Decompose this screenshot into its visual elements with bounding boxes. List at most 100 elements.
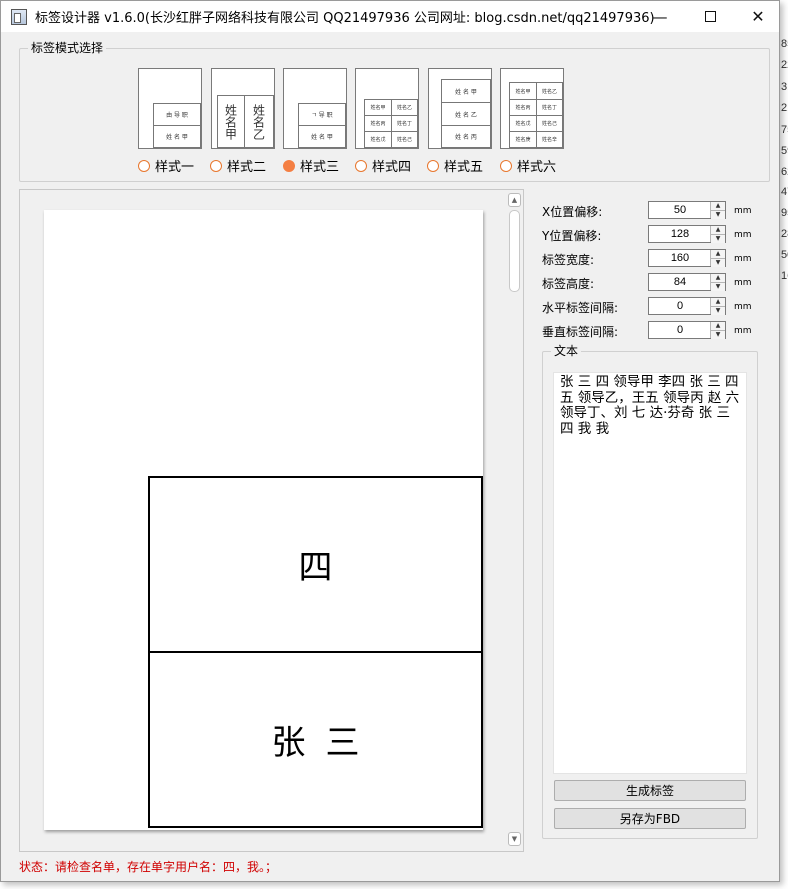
style-one-thumbnail[interactable]: 由 导 职 姓 名 甲 (138, 68, 202, 149)
scroll-thumb[interactable] (509, 210, 520, 292)
bg-number: 21 (781, 102, 788, 114)
spin-up-icon[interactable]: ▲ (711, 202, 725, 211)
label-width-input[interactable] (649, 250, 711, 266)
thumb-cell: 姓名戊 (364, 131, 392, 148)
radio-label: 样式二 (227, 160, 267, 175)
radio-style-three[interactable]: 样式三 (283, 156, 339, 175)
thumb-cell: 姓名戊 (509, 115, 537, 132)
bg-number: 28 (781, 228, 788, 240)
paper-page: 四 张三 (44, 210, 483, 830)
status-message: 状态：请检查名单，存在单字用户名：四，我。； (19, 860, 278, 874)
spin-down-icon[interactable]: ▼ (711, 331, 725, 339)
spin-down-icon[interactable]: ▼ (711, 211, 725, 219)
label-box-top: 四 (148, 476, 483, 653)
scroll-up-arrow-icon[interactable]: ▲ (508, 193, 521, 207)
radio-style-four[interactable]: 样式四 (355, 156, 411, 175)
y-offset-label: Y位置偏移: (542, 229, 602, 243)
spin-up-icon[interactable]: ▲ (711, 226, 725, 235)
style-six-thumbnail[interactable]: 姓名甲 姓名乙 姓名丙 姓名丁 姓名戊 姓名己 姓名庚 姓名辛 (500, 68, 564, 149)
bg-number: 85 (781, 38, 788, 50)
unit-label: mm (734, 278, 752, 288)
thumb-cell: 姓名甲 (364, 99, 392, 116)
y-offset-input[interactable] (649, 226, 711, 242)
thumb-cell: 姓名庚 (509, 131, 537, 148)
spin-down-icon[interactable]: ▼ (711, 283, 725, 291)
label-preview-area[interactable]: 四 张三 ▲ ▼ (19, 189, 524, 852)
label-designer-window: 标签设计器 v1.6.0(长沙红胖子网络科技有限公司 QQ21497936 公司… (0, 0, 780, 882)
radio-indicator (500, 159, 512, 172)
bg-number: 47 (781, 186, 788, 198)
minimize-button[interactable]: — (637, 1, 683, 32)
x-offset-spinbox[interactable]: ▲▼ (648, 201, 726, 219)
label-height-label: 标签高度: (542, 277, 595, 291)
names-text-area[interactable]: 张 三 四 领导甲 李四 张 三 四 五 领导乙，王五 领导丙 赵 六 领导丁、… (553, 372, 747, 774)
label-box-bottom: 张三 (148, 651, 483, 828)
vertical-gap-label: 垂直标签间隔: (542, 325, 619, 339)
horizontal-gap-input[interactable] (649, 298, 711, 314)
horizontal-gap-spinbox[interactable]: ▲▼ (648, 297, 726, 315)
thumb-cell: 姓 名 甲 (441, 79, 491, 103)
spin-up-icon[interactable]: ▲ (711, 250, 725, 259)
unit-label: mm (734, 302, 752, 312)
spin-up-icon[interactable]: ▲ (711, 274, 725, 283)
maximize-icon (704, 11, 716, 22)
unit-label: mm (734, 254, 752, 264)
spin-up-icon[interactable]: ▲ (711, 322, 725, 331)
spin-down-icon[interactable]: ▼ (711, 259, 725, 267)
radio-style-five[interactable]: 样式五 (427, 156, 483, 175)
radio-indicator (138, 159, 150, 172)
thumb-cell: 姓名甲 (509, 82, 537, 100)
thumb-cell: 姓名甲 (217, 95, 245, 148)
vertical-gap-input[interactable] (649, 322, 711, 338)
text-group-title: 文本 (551, 344, 582, 359)
thumb-cell: 姓 名 甲 (298, 125, 346, 148)
x-offset-input[interactable] (649, 202, 711, 218)
close-button[interactable]: ✕ (735, 1, 781, 32)
radio-style-two[interactable]: 样式二 (210, 156, 266, 175)
scroll-down-arrow-icon[interactable]: ▼ (508, 832, 521, 846)
radio-indicator (210, 159, 222, 172)
radio-style-one[interactable]: 样式一 (138, 156, 194, 175)
thumb-cell: 姓 名 甲 (153, 125, 201, 148)
bg-number: 16 (781, 270, 788, 282)
bg-number: 62 (781, 166, 788, 178)
thumb-cell: 姓名丁 (536, 99, 563, 116)
radio-label: 样式五 (444, 160, 484, 175)
bg-number: 75 (781, 124, 788, 136)
title-bar[interactable]: 标签设计器 v1.6.0(长沙红胖子网络科技有限公司 QQ21497936 公司… (1, 1, 779, 32)
thumb-cell: 姓名丁 (391, 115, 418, 132)
thumb-cell: 由 导 职 (153, 103, 201, 126)
bg-number: 59 (781, 145, 788, 157)
label-height-input[interactable] (649, 274, 711, 290)
bg-number: 50 (781, 249, 788, 261)
thumb-cell: 姓 名 丙 (441, 125, 491, 148)
thumb-cell: 姓名乙 (391, 99, 418, 116)
spin-down-icon[interactable]: ▼ (711, 307, 725, 315)
style-two-thumbnail[interactable]: 姓名甲 姓名乙 (211, 68, 275, 149)
thumb-cell: 姓名丙 (509, 99, 537, 116)
preview-scrollbar[interactable]: ▲ ▼ (506, 190, 523, 851)
style-three-thumbnail[interactable]: ㄱ 导 职 姓 名 甲 (283, 68, 347, 149)
thumb-cell: 姓名己 (391, 131, 418, 148)
generate-labels-button[interactable]: 生成标签 (554, 780, 746, 801)
label-mode-group-title: 标签模式选择 (28, 41, 107, 56)
radio-label: 样式四 (372, 160, 412, 175)
unit-label: mm (734, 326, 752, 336)
thumb-cell: ㄱ 导 职 (298, 103, 346, 126)
vertical-gap-spinbox[interactable]: ▲▼ (648, 321, 726, 339)
label-width-spinbox[interactable]: ▲▼ (648, 249, 726, 267)
save-as-fbd-button[interactable]: 另存为FBD (554, 808, 746, 829)
unit-label: mm (734, 230, 752, 240)
style-five-thumbnail[interactable]: 姓 名 甲 姓 名 乙 姓 名 丙 (428, 68, 492, 149)
maximize-button[interactable] (687, 1, 733, 32)
radio-indicator-checked (283, 159, 295, 172)
spin-up-icon[interactable]: ▲ (711, 298, 725, 307)
style-four-thumbnail[interactable]: 姓名甲 姓名乙 姓名丙 姓名丁 姓名戊 姓名己 (355, 68, 419, 149)
spin-down-icon[interactable]: ▼ (711, 235, 725, 243)
y-offset-spinbox[interactable]: ▲▼ (648, 225, 726, 243)
thumb-cell: 姓名己 (536, 115, 563, 132)
label-width-label: 标签宽度: (542, 253, 595, 267)
label-height-spinbox[interactable]: ▲▼ (648, 273, 726, 291)
radio-style-six[interactable]: 样式六 (500, 156, 556, 175)
radio-indicator (427, 159, 439, 172)
